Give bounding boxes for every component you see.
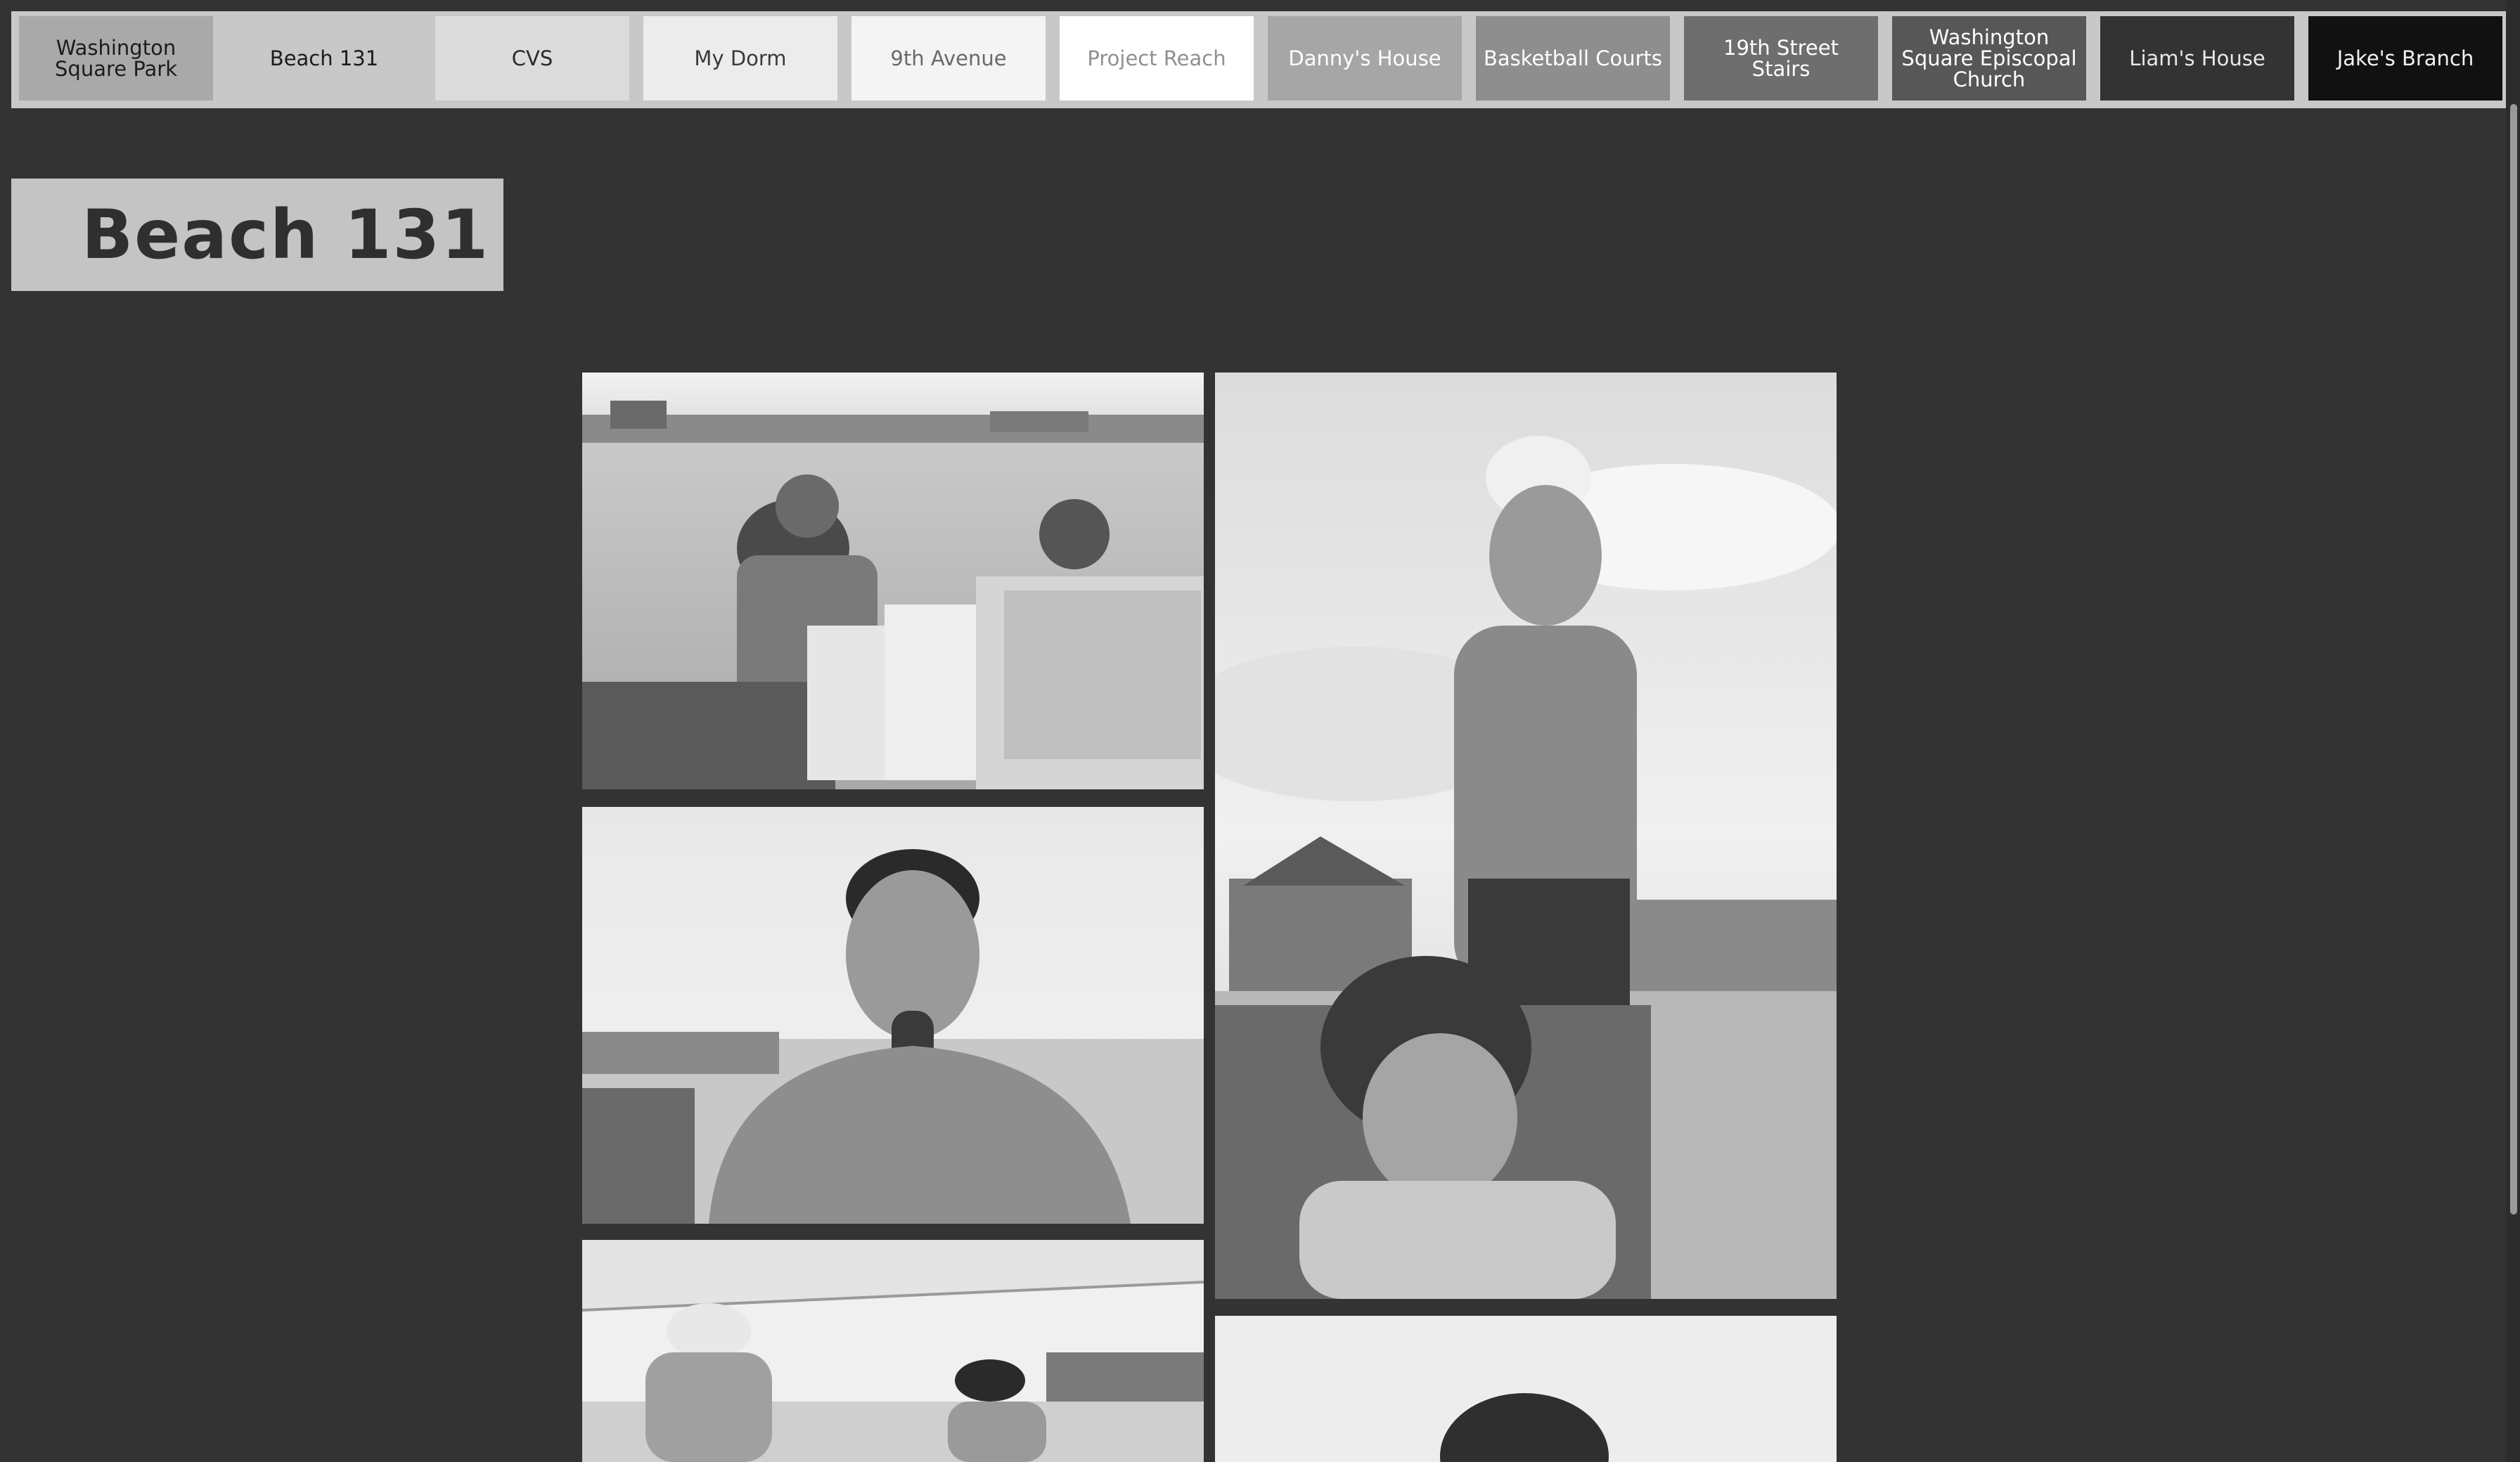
nav-item-label: 19th Street Stairs bbox=[1723, 36, 1839, 81]
photo-couple-laughing-beach-chairs[interactable] bbox=[582, 373, 1204, 789]
nav-item-label: Basketball Courts bbox=[1483, 46, 1663, 70]
nav-item-cvs[interactable]: CVS bbox=[435, 16, 629, 101]
nav-item-basketball-courts[interactable]: Basketball Courts bbox=[1476, 16, 1670, 101]
page-title-box: Beach 131 bbox=[11, 179, 503, 291]
photo-image bbox=[582, 1240, 1204, 1462]
nav-item-liams-house[interactable]: Liam's House bbox=[2100, 16, 2294, 101]
page-scrollbar[interactable] bbox=[2506, 0, 2520, 1462]
nav-item-label: Washington Square Park bbox=[55, 36, 177, 81]
photo-image bbox=[1215, 373, 1837, 1299]
nav-item-19th-street-stairs[interactable]: 19th Street Stairs bbox=[1684, 16, 1878, 101]
page-title: Beach 131 bbox=[82, 195, 490, 274]
nav-item-label: Danny's House bbox=[1288, 46, 1441, 70]
nav-item-beach-131[interactable]: Beach 131 bbox=[227, 16, 421, 101]
location-nav-bar: Washington Square Park Beach 131 CVS My … bbox=[11, 11, 2506, 108]
nav-item-dannys-house[interactable]: Danny's House bbox=[1268, 16, 1462, 101]
nav-item-label: My Dorm bbox=[694, 46, 787, 70]
photo-image bbox=[582, 373, 1204, 789]
nav-item-label: Project Reach bbox=[1087, 46, 1226, 70]
photo-image bbox=[1215, 1316, 1837, 1462]
photo-image bbox=[582, 807, 1204, 1224]
nav-item-label: Beach 131 bbox=[269, 46, 379, 70]
photo-men-under-canopy[interactable] bbox=[582, 1240, 1204, 1462]
photo-person-bottom-right[interactable] bbox=[1215, 1316, 1837, 1462]
nav-item-label: Liam's House bbox=[2129, 46, 2265, 70]
nav-item-label: CVS bbox=[511, 46, 553, 70]
nav-item-project-reach[interactable]: Project Reach bbox=[1060, 16, 1254, 101]
nav-item-jakes-branch[interactable]: Jake's Branch bbox=[2308, 16, 2502, 101]
nav-item-washington-square-park[interactable]: Washington Square Park bbox=[19, 16, 213, 101]
nav-item-washington-square-episcopal-church[interactable]: Washington Square Episcopal Church bbox=[1892, 16, 2086, 101]
scrollbar-thumb[interactable] bbox=[2510, 104, 2517, 1215]
nav-item-label: Jake's Branch bbox=[2336, 46, 2474, 70]
photo-shirtless-man-drinking-bottle[interactable] bbox=[582, 807, 1204, 1224]
photo-young-man-cap-woman-towel[interactable] bbox=[1215, 373, 1837, 1299]
nav-item-label: 9th Avenue bbox=[890, 46, 1007, 70]
nav-item-my-dorm[interactable]: My Dorm bbox=[643, 16, 837, 101]
nav-item-9th-avenue[interactable]: 9th Avenue bbox=[851, 16, 1046, 101]
nav-item-label: Washington Square Episcopal Church bbox=[1901, 25, 2077, 91]
